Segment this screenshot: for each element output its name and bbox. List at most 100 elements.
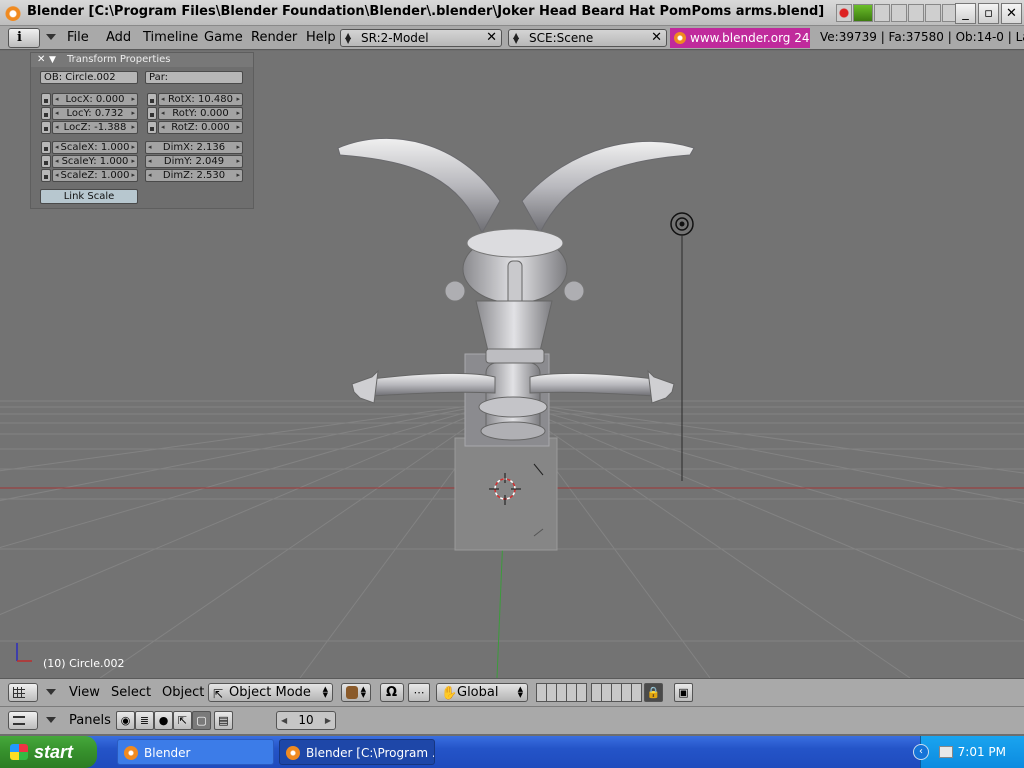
header-collapse-icon[interactable] [46, 689, 56, 695]
close-panel-icon[interactable]: ✕ [37, 53, 45, 67]
lock-roty-icon[interactable] [147, 107, 157, 120]
parent-field[interactable]: Par: [145, 71, 243, 84]
panels-label[interactable]: Panels [69, 713, 111, 728]
screen-selector[interactable]: ▲ ▼ SR:2-Model ✕ [340, 29, 502, 47]
scalez-field[interactable]: ◂ ScaleZ: 1.000 ▸ [52, 169, 138, 182]
dimx-field[interactable]: ◂ DimX: 2.136 ▸ [145, 141, 243, 154]
editing-context-icon[interactable]: ▢ [192, 711, 211, 730]
window-stack-icon[interactable] [925, 4, 941, 22]
lamp-object[interactable] [670, 212, 694, 481]
task-label: Blender [144, 746, 191, 760]
header-collapse-icon[interactable] [46, 717, 56, 723]
dimy-field[interactable]: ◂ DimY: 2.049 ▸ [145, 155, 243, 168]
maximize-button[interactable]: ▫ [978, 3, 999, 24]
layer-buttons-group-2[interactable] [591, 683, 642, 702]
frame-value[interactable]: 10 [298, 713, 313, 727]
link-scale-toggle[interactable]: Link Scale [40, 189, 138, 204]
layer-buttons-group-1[interactable] [536, 683, 587, 702]
lock-scalex-icon[interactable] [41, 141, 51, 154]
decrement-frame-icon[interactable]: ◀ [281, 712, 287, 729]
lock-locx-icon[interactable] [41, 93, 51, 106]
record-icon[interactable] [836, 4, 852, 22]
nvidia-icon[interactable] [853, 4, 873, 22]
dropdown-arrows-icon: ▲ ▼ [322, 685, 328, 699]
object-context-icon[interactable]: ⇱ [173, 711, 192, 730]
shading-context-icon[interactable]: ● [154, 711, 173, 730]
show-hidden-icons-icon[interactable]: ‹ [913, 744, 929, 760]
shading-icon [346, 686, 358, 699]
taskbar-item-blender[interactable]: Blender [117, 739, 274, 765]
blender-window: Blender [C:\Program Files\Blender Founda… [0, 0, 1024, 768]
close-button[interactable]: ✕ [1001, 3, 1022, 24]
window-restore-icon[interactable] [891, 4, 907, 22]
draw-type-selector[interactable]: ▲ ▼ [341, 683, 371, 702]
lock-scalez-icon[interactable] [41, 169, 51, 182]
manipulator-toggle-icon[interactable]: ⋯ [408, 683, 430, 702]
render-preview-icon[interactable]: ▣ [674, 683, 693, 702]
active-object-info: (10) Circle.002 [43, 657, 125, 670]
scaley-field[interactable]: ◂ ScaleY: 1.000 ▸ [52, 155, 138, 168]
scalex-field[interactable]: ◂ ScaleX: 1.000 ▸ [52, 141, 138, 154]
panel-header[interactable]: ✕ ▼ Transform Properties [31, 53, 253, 67]
transform-properties-panel[interactable]: ✕ ▼ Transform Properties OB: Circle.002 … [30, 52, 254, 209]
locy-field[interactable]: ◂ LocY: 0.732 ▸ [52, 107, 138, 120]
menu-object[interactable]: Object [162, 685, 204, 700]
scene-name[interactable]: SCE:Scene [529, 31, 593, 45]
transform-orientation-selector[interactable]: ✋ Global ▲ ▼ [436, 683, 528, 702]
start-button[interactable]: start [0, 736, 97, 768]
blender-url-link[interactable]: www.blender.org 243 [670, 28, 810, 48]
mode-selector[interactable]: ⇱ Object Mode ▲ ▼ [208, 683, 333, 702]
locx-field[interactable]: ◂ LocX: 0.000 ▸ [52, 93, 138, 106]
pivot-selector[interactable]: Ω [380, 683, 404, 702]
delete-screen-icon[interactable]: ✕ [486, 30, 497, 46]
rotx-field[interactable]: ◂ RotX: 10.480 ▸ [158, 93, 243, 106]
scene-selector[interactable]: ▲ ▼ SCE:Scene ✕ [508, 29, 667, 47]
menu-view[interactable]: View [69, 685, 100, 700]
lock-rotx-icon[interactable] [147, 93, 157, 106]
dimz-field[interactable]: ◂ DimZ: 2.530 ▸ [145, 169, 243, 182]
minimize-button[interactable]: _ [955, 3, 976, 24]
menu-timeline[interactable]: Timeline [143, 30, 198, 45]
lock-rotz-icon[interactable] [147, 121, 157, 134]
rotz-field[interactable]: ◂ RotZ: 0.000 ▸ [158, 121, 243, 134]
screen-name[interactable]: SR:2-Model [361, 31, 429, 45]
windows-logo-icon [10, 744, 28, 760]
window-tile-icon[interactable] [908, 4, 924, 22]
window-type-grid-icon[interactable] [8, 683, 38, 702]
script-context-icon[interactable]: ≣ [135, 711, 154, 730]
menu-game[interactable]: Game [204, 30, 243, 45]
axis-gizmo [16, 643, 32, 662]
taskbar-item-blender-file[interactable]: Blender [C:\Program ... [279, 739, 435, 765]
scene-stats: Ve:39739 | Fa:37580 | Ob:14-0 | La [820, 30, 1024, 44]
menu-select[interactable]: Select [111, 685, 151, 700]
scene-context-icon[interactable]: ▤ [214, 711, 233, 730]
start-label: start [34, 742, 74, 762]
window-menu-icon[interactable] [874, 4, 890, 22]
window-type-selector[interactable]: i [8, 28, 40, 48]
logic-context-icon[interactable]: ◉ [116, 711, 135, 730]
lock-locz-icon[interactable] [41, 121, 51, 134]
menu-file[interactable]: File [67, 30, 89, 45]
lock-locy-icon[interactable] [41, 107, 51, 120]
menu-help[interactable]: Help [306, 30, 336, 45]
lock-layers-icon[interactable]: 🔒 [644, 683, 663, 702]
object-name-field[interactable]: OB: Circle.002 [40, 71, 138, 84]
clock[interactable]: 7:01 PM [958, 745, 1006, 759]
delete-scene-icon[interactable]: ✕ [651, 30, 662, 46]
increment-frame-icon[interactable]: ▶ [325, 712, 331, 729]
locz-field[interactable]: ◂ LocZ: -1.388 ▸ [52, 121, 138, 134]
mode-label: Object Mode [229, 685, 311, 700]
header-collapse-icon[interactable] [46, 34, 56, 40]
joker-head-model[interactable] [337, 137, 695, 441]
url-text[interactable]: www.blender.org 243 [690, 31, 810, 45]
buttons-window-type-icon[interactable] [8, 711, 38, 730]
menu-add[interactable]: Add [106, 30, 131, 45]
roty-field[interactable]: ◂ RotY: 0.000 ▸ [158, 107, 243, 120]
collapse-panel-icon[interactable]: ▼ [49, 53, 56, 67]
panel-title: Transform Properties [67, 54, 171, 65]
buttons-window-header: Panels ◉ ≣ ● ⇱ ▢ ▤ ◀ 10 ▶ [0, 706, 1024, 734]
current-frame-field[interactable]: ◀ 10 ▶ [276, 711, 336, 730]
lock-scaley-icon[interactable] [41, 155, 51, 168]
tray-app-icon[interactable] [939, 746, 953, 758]
menu-render[interactable]: Render [251, 30, 297, 45]
